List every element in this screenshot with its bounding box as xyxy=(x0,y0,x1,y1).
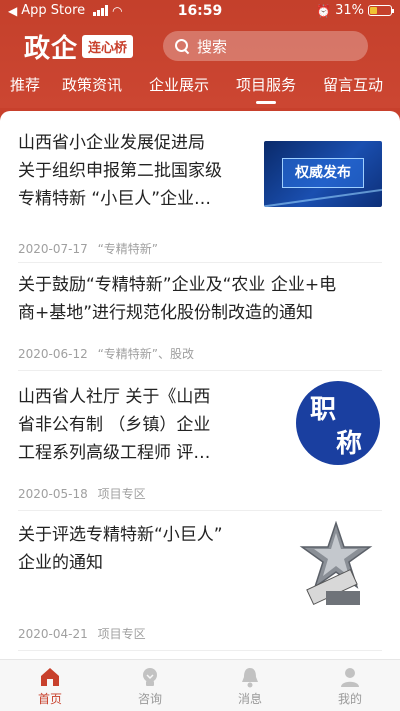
app-header: ◀ App Store ◠ 16:59 ⏰ 31% 政企 连心桥 搜索 推荐 政… xyxy=(0,0,400,108)
thumbnail-char: 职 xyxy=(310,395,337,425)
status-bar: ◀ App Store ◠ 16:59 ⏰ 31% xyxy=(0,0,400,22)
article-list: 山西省小企业发展促进局 关于组织申报第二批国家级 专精特新 “小巨人”企业… 权… xyxy=(0,111,400,659)
article-tag: “专精特新” xyxy=(97,242,159,256)
user-icon xyxy=(341,668,359,687)
tab-enterprise-showcase[interactable]: 企业展示 xyxy=(149,74,209,95)
app-logo: 政企 连心桥 xyxy=(24,28,134,65)
nav-messages[interactable]: 消息 xyxy=(200,660,300,711)
thumbnail-caption: 权威发布 xyxy=(282,158,364,188)
article-date: 2020-04-21 xyxy=(18,627,88,641)
article-title-line: 企业的通知 xyxy=(18,553,103,573)
nav-consult-label: 咨询 xyxy=(137,692,162,706)
article-thumbnail: 权威发布 xyxy=(264,141,382,207)
article-date: 2020-07-17 xyxy=(18,242,88,256)
article-tag: 项目专区 xyxy=(97,487,146,501)
search-placeholder: 搜索 xyxy=(197,37,228,56)
list-item[interactable]: 关于鼓励“专精特新”企业及“农业 企业+电 商+基地”进行规范化股份制改造的通知… xyxy=(18,263,382,371)
article-thumbnail: 职 称 xyxy=(296,381,380,465)
nav-consult[interactable]: 咨询 xyxy=(100,660,200,711)
search-bar[interactable]: 搜索 xyxy=(163,31,368,61)
article-title-line: 山西省人社厅 关于《山西 xyxy=(18,387,211,407)
battery-percent: 31% xyxy=(335,3,364,18)
thumbnail-char: 称 xyxy=(336,429,363,459)
battery-icon xyxy=(368,5,394,16)
article-tag: 项目专区 xyxy=(97,627,146,641)
bottom-nav: 首页 咨询 消息 我的 xyxy=(0,659,400,711)
article-meta: 2020-05-18 项目专区 xyxy=(18,485,146,502)
nav-home[interactable]: 首页 xyxy=(0,660,100,711)
tab-recommend[interactable]: 推荐 xyxy=(10,74,40,95)
article-title-line: 山西省小企业发展促进局 xyxy=(18,133,205,153)
list-item[interactable]: 山西省人社厅 关于《山西 省非公有制 （乡镇）企业 工程系列高级工程师 评… 职… xyxy=(18,371,382,511)
article-meta: 2020-04-21 项目专区 xyxy=(18,625,146,642)
tab-messages[interactable]: 留言互动 xyxy=(323,74,383,95)
article-title-line: 商+基地”进行规范化股份制改造的通知 xyxy=(18,303,314,323)
list-item[interactable]: 关于评选专精特新“小巨人” 企业的通知 2020-04-21 项目专区 xyxy=(18,511,382,651)
article-title-line: 关于组织申报第二批国家级 xyxy=(18,161,222,181)
article-title-line: 关于评选专精特新“小巨人” xyxy=(18,525,223,545)
article-tag: “专精特新”、股改 xyxy=(97,347,195,361)
nav-messages-label: 消息 xyxy=(237,692,262,706)
home-icon xyxy=(41,668,59,686)
tab-project-services[interactable]: 项目服务 xyxy=(236,74,296,104)
tab-policy-news[interactable]: 政策资讯 xyxy=(62,74,122,95)
list-item[interactable]: 山西省小企业发展促进局 关于组织申报第二批国家级 专精特新 “小巨人”企业… 权… xyxy=(18,129,382,263)
article-title-line: 专精特新 “小巨人”企业… xyxy=(18,189,212,209)
nav-profile-label: 我的 xyxy=(337,692,362,706)
article-meta: 2020-07-17 “专精特新” xyxy=(18,240,158,257)
alarm-icon: ⏰ xyxy=(316,3,332,18)
article-date: 2020-05-18 xyxy=(18,487,88,501)
star-trophy-icon xyxy=(299,521,373,606)
category-tabs: 推荐 政策资讯 企业展示 项目服务 留言互动 xyxy=(0,70,400,104)
article-title-line: 省非公有制 （乡镇）企业 xyxy=(18,415,211,435)
logo-main-text: 政企 xyxy=(24,34,79,64)
article-title-line: 关于鼓励“专精特新”企业及“农业 企业+电 xyxy=(18,275,337,295)
nav-home-label: 首页 xyxy=(37,692,62,706)
logo-tag: 连心桥 xyxy=(82,35,134,58)
article-meta: 2020-06-12 “专精特新”、股改 xyxy=(18,345,194,362)
nav-profile[interactable]: 我的 xyxy=(300,660,400,711)
search-icon xyxy=(175,39,189,53)
article-date: 2020-06-12 xyxy=(18,347,88,361)
bell-icon xyxy=(242,668,258,688)
lightbulb-icon xyxy=(143,668,157,686)
article-title-line: 工程系列高级工程师 评… xyxy=(18,443,211,463)
